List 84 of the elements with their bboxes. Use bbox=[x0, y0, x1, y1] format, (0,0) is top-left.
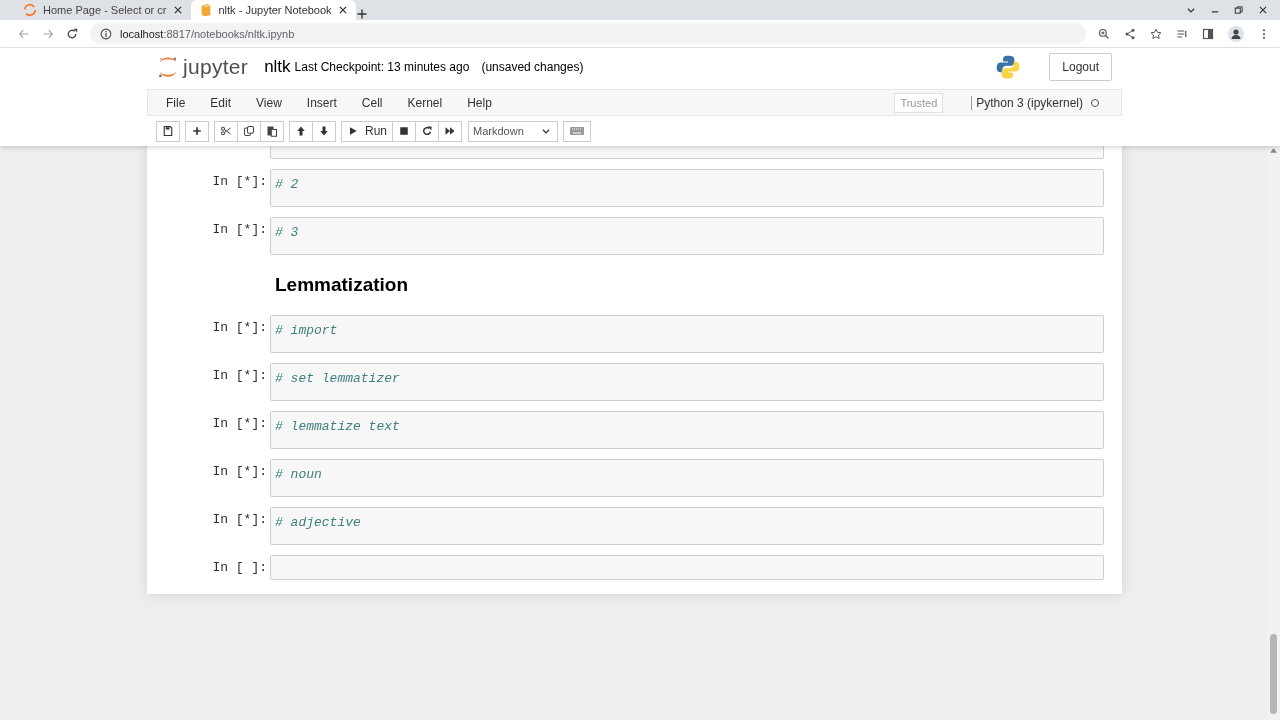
restart-icon bbox=[421, 125, 433, 137]
forward-button[interactable] bbox=[438, 120, 462, 142]
logout-button[interactable]: Logout bbox=[1049, 52, 1112, 81]
save-status: (unsaved changes) bbox=[481, 59, 584, 74]
add-button[interactable] bbox=[185, 120, 209, 142]
menu-item[interactable]: Edit bbox=[210, 95, 245, 110]
play-icon bbox=[347, 125, 359, 137]
logo-text: jupyter bbox=[183, 54, 249, 79]
code-cell-input[interactable] bbox=[270, 555, 1104, 580]
close-icon[interactable] bbox=[172, 5, 183, 15]
up-arrow-icon bbox=[295, 125, 307, 137]
scrollbar-thumb[interactable] bbox=[1270, 634, 1277, 714]
checkpoint-text: Last Checkpoint: 13 minutes ago bbox=[294, 59, 470, 74]
restore-icon[interactable] bbox=[1234, 5, 1244, 15]
keyboard-button[interactable] bbox=[563, 120, 591, 142]
copy-icon bbox=[243, 125, 255, 137]
code-cell-input[interactable]: # set lemmatizer bbox=[270, 363, 1104, 401]
close-icon[interactable] bbox=[1258, 5, 1268, 15]
code-comment: # set lemmatizer bbox=[275, 371, 400, 386]
code-cell-input[interactable]: # lemmatize text bbox=[270, 411, 1104, 449]
paste-button[interactable] bbox=[260, 120, 284, 142]
menu-item[interactable]: Kernel bbox=[407, 95, 456, 110]
menu-item[interactable]: File bbox=[166, 95, 199, 110]
down-button[interactable] bbox=[312, 120, 336, 142]
run-button[interactable]: Run bbox=[341, 120, 393, 142]
jupyter-logo-icon bbox=[157, 54, 179, 79]
star-icon[interactable] bbox=[1150, 27, 1162, 40]
reload-icon[interactable] bbox=[66, 27, 78, 40]
code-comment: # noun bbox=[275, 467, 322, 482]
cell-prompt: In [ ]: bbox=[211, 559, 268, 576]
up-button[interactable] bbox=[289, 120, 313, 142]
code-cell-input[interactable]: # 3 bbox=[270, 217, 1104, 255]
stop-button[interactable] bbox=[392, 120, 416, 142]
plus-icon bbox=[191, 125, 203, 137]
kernel-name[interactable]: Python 3 (ipykernel) bbox=[976, 95, 1083, 110]
menu-item[interactable]: View bbox=[256, 95, 295, 110]
copy-button[interactable] bbox=[237, 120, 261, 142]
side-panel-icon[interactable] bbox=[1202, 27, 1214, 40]
cell-prompt: In [*]: bbox=[211, 173, 268, 190]
snake-logo-icon bbox=[995, 53, 1022, 80]
stop-icon bbox=[398, 125, 410, 137]
cell-type-dropdown[interactable]: Markdown bbox=[468, 120, 558, 142]
restart-button[interactable] bbox=[415, 120, 439, 142]
info-icon bbox=[100, 27, 112, 40]
cell-prompt: In [*]: bbox=[211, 367, 268, 384]
code-comment: # 2 bbox=[275, 177, 299, 192]
share-icon[interactable] bbox=[1124, 27, 1136, 40]
code-comment: # import bbox=[275, 323, 338, 338]
cell-prompt: In [*]: bbox=[211, 319, 268, 336]
browser-tab[interactable]: Home Page - Select or cr bbox=[15, 0, 191, 20]
code-cell-input[interactable]: # 2 bbox=[270, 169, 1104, 207]
new-tab-plus-icon[interactable] bbox=[355, 8, 368, 20]
scissors-icon bbox=[220, 125, 232, 137]
save-icon bbox=[162, 125, 174, 137]
cell-prompt: In [*]: bbox=[211, 221, 268, 238]
zoom-icon[interactable] bbox=[1098, 27, 1110, 40]
cell-prompt: In [*]: bbox=[211, 415, 268, 432]
paste-icon bbox=[266, 125, 278, 137]
scroll-up-icon[interactable] bbox=[1270, 148, 1277, 153]
code-cell-input[interactable]: # adjective bbox=[270, 507, 1104, 545]
list-icon[interactable] bbox=[1176, 27, 1188, 40]
code-cell-input[interactable]: # noun bbox=[270, 459, 1104, 497]
fast-forward-icon bbox=[444, 125, 456, 137]
down-arrow-icon bbox=[318, 125, 330, 137]
code-comment: # 3 bbox=[275, 225, 299, 240]
chevron-down-icon bbox=[541, 126, 551, 136]
code-comment: # adjective bbox=[275, 515, 361, 530]
menu-item[interactable]: Help bbox=[467, 95, 505, 110]
code-comment: # lemmatize text bbox=[275, 419, 400, 434]
close-icon[interactable] bbox=[337, 5, 348, 15]
profile-icon[interactable] bbox=[1228, 25, 1244, 42]
save-button[interactable] bbox=[156, 120, 180, 142]
chevron-down-icon[interactable] bbox=[1186, 5, 1196, 15]
menu-item[interactable]: Insert bbox=[306, 95, 350, 110]
cell-prompt: In [*]: bbox=[211, 511, 268, 528]
code-cell-input[interactable]: # import bbox=[270, 315, 1104, 353]
loading-ring-icon bbox=[23, 3, 37, 17]
menu-item[interactable]: Cell bbox=[361, 95, 396, 110]
cell-prompt: In [*]: bbox=[211, 463, 268, 480]
address-bar[interactable]: localhost:8817/notebooks/nltk.ipynb bbox=[90, 23, 1086, 44]
cut-button[interactable] bbox=[214, 120, 238, 142]
browser-tab[interactable]: nltk - Jupyter Notebook bbox=[190, 0, 356, 20]
markdown-heading: Lemmatization bbox=[275, 274, 409, 296]
notebook-name[interactable]: nltk bbox=[264, 56, 291, 77]
